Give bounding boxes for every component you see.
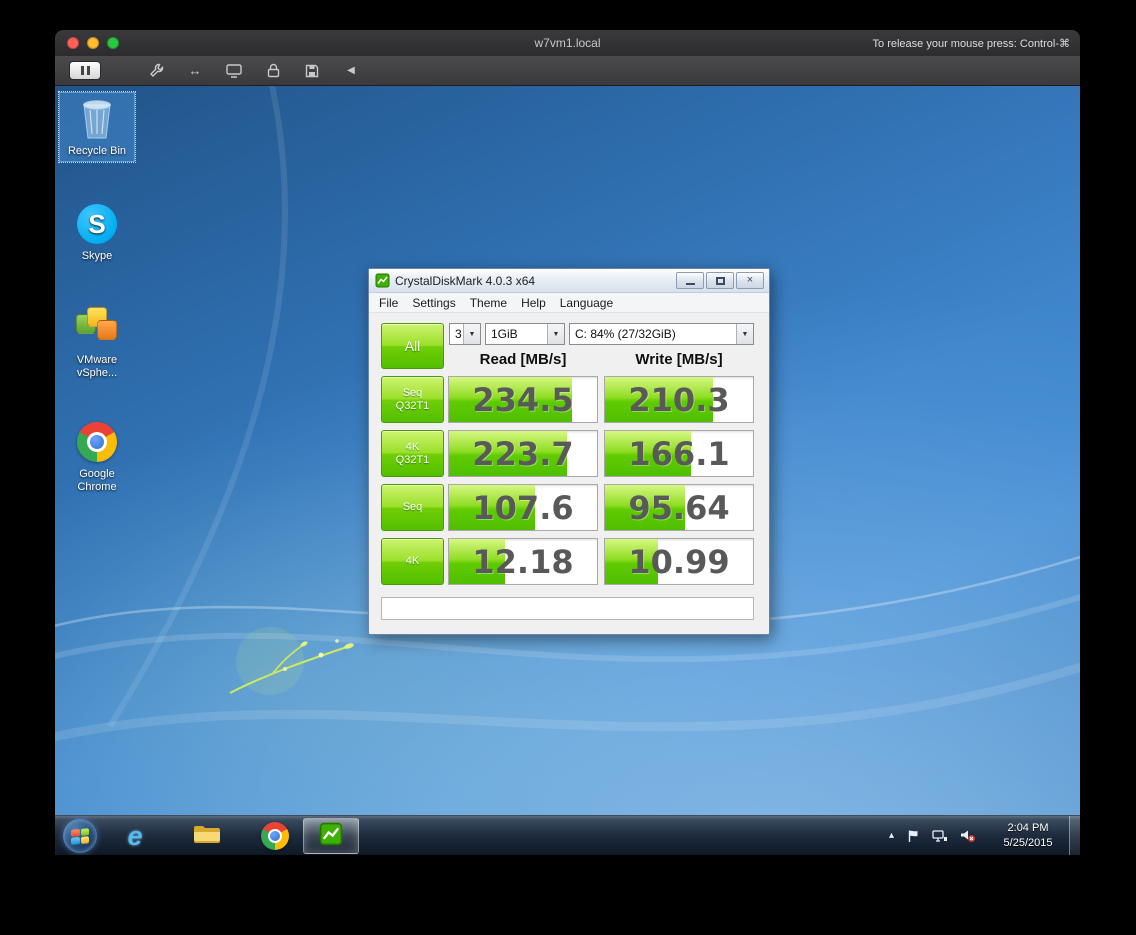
crystaldiskmark-icon [319,822,343,851]
skype-icon: S [74,201,120,247]
drive-select[interactable]: C: 84% (27/32GiB) ▼ [569,323,754,345]
taskbar-explorer-button[interactable] [183,818,231,854]
write-result-seq-q32t1: 210.3 [604,376,754,423]
comment-input[interactable] [382,598,753,619]
crystaldiskmark-window: CrystalDiskMark 4.0.3 x64 × File Setting… [368,268,770,635]
desktop-icon-label: VMware vSphe... [76,354,118,379]
traffic-lights [67,37,119,49]
write-result-seq: 95.64 [604,484,754,531]
crystaldiskmark-titlebar[interactable]: CrystalDiskMark 4.0.3 x64 × [369,269,769,293]
window-title: CrystalDiskMark 4.0.3 x64 [395,273,536,288]
write-result-4k-q32t1: 166.1 [604,430,754,477]
show-hidden-icons-button[interactable]: ▴ [889,830,894,841]
read-result-seq: 107.6 [448,484,598,531]
windows-flag-icon [71,827,89,845]
wrench-icon[interactable] [147,63,165,79]
host-titlebar[interactable]: w7vm1.local To release your mouse press:… [55,30,1080,56]
run-seq-button[interactable]: Seq [381,484,444,531]
close-window-button[interactable] [67,37,79,49]
write-result-4k: 10.99 [604,538,754,585]
menu-language[interactable]: Language [553,296,620,310]
test-size-select[interactable]: 1GiB ▼ [485,323,565,345]
crystaldiskmark-app-icon [375,273,390,288]
volume-icon[interactable] [960,828,976,843]
start-button[interactable] [63,819,97,853]
show-desktop-button[interactable] [1069,816,1080,855]
system-tray: ▴ [889,816,976,855]
taskbar-internet-explorer-button[interactable]: e [111,818,159,854]
test-count-select[interactable]: 3 ▼ [449,323,481,345]
save-icon[interactable] [303,63,321,79]
taskbar-crystaldiskmark-button[interactable] [303,818,359,854]
write-column-header: Write [MB/s] [635,351,723,368]
chrome-icon [261,822,289,850]
mouse-release-hint: To release your mouse press: Control-⌘ [872,37,1070,50]
windows-taskbar: e ▴ 2:04 PM 5/25/2015 [55,815,1080,855]
collapse-toolbar-icon[interactable]: ◀ [342,63,360,79]
wallpaper-sprig [229,627,354,695]
read-result-seq-q32t1: 234.5 [448,376,598,423]
clock-time: 2:04 PM [1007,822,1049,834]
chevron-down-icon: ▼ [736,324,753,344]
comment-field-wrap [381,597,754,620]
action-center-flag-icon[interactable] [906,829,920,843]
menu-help[interactable]: Help [514,296,553,310]
maximize-button[interactable] [706,272,734,289]
vmware-vsphere-icon [74,305,120,351]
pause-vm-button[interactable] [69,61,101,80]
run-4k-q32t1-button[interactable]: 4K Q32T1 [381,430,444,477]
network-icon[interactable] [932,829,948,843]
chevron-down-icon: ▼ [463,324,480,344]
chrome-icon [74,419,120,465]
lock-icon[interactable] [264,63,282,79]
desktop-icon-label: Google Chrome [77,468,117,493]
desktop-icon-skype[interactable]: S Skype [59,198,135,266]
minimize-button[interactable] [676,272,704,289]
desktop-icon-label: Skype [81,250,113,262]
menu-file[interactable]: File [372,296,405,310]
recycle-bin-icon [74,96,120,142]
host-toolbar: ↔ ◀ [55,56,1080,86]
desktop-icon-vmware-vsphere[interactable]: VMware vSphe... [59,302,135,383]
windows-desktop: Recycle Bin S Skype VMware vSphe... Goog… [55,86,1080,855]
desktop-icon-google-chrome[interactable]: Google Chrome [59,416,135,497]
vm-host-window: w7vm1.local To release your mouse press:… [55,30,1080,855]
display-icon[interactable] [225,63,243,79]
desktop-icon-label: Recycle Bin [67,145,127,157]
internet-explorer-icon: e [127,820,143,851]
close-button[interactable]: × [736,272,764,289]
menu-bar: File Settings Theme Help Language [369,293,769,313]
chevron-down-icon: ▼ [547,324,564,344]
menu-theme[interactable]: Theme [463,296,514,310]
resize-arrows-icon[interactable]: ↔ [186,63,204,79]
desktop-icon-recycle-bin[interactable]: Recycle Bin [58,91,136,163]
menu-settings[interactable]: Settings [405,296,462,310]
clock-date: 5/25/2015 [1003,837,1053,849]
run-4k-button[interactable]: 4K [381,538,444,585]
run-seq-q32t1-button[interactable]: Seq Q32T1 [381,376,444,423]
read-result-4k-q32t1: 223.7 [448,430,598,477]
taskbar-chrome-button[interactable] [251,818,299,854]
minimize-window-button[interactable] [87,37,99,49]
read-result-4k: 12.18 [448,538,598,585]
folder-icon [193,823,221,850]
zoom-window-button[interactable] [107,37,119,49]
run-all-button[interactable]: All [381,323,444,369]
taskbar-clock[interactable]: 2:04 PM 5/25/2015 [992,821,1064,851]
read-column-header: Read [MB/s] [479,351,567,368]
